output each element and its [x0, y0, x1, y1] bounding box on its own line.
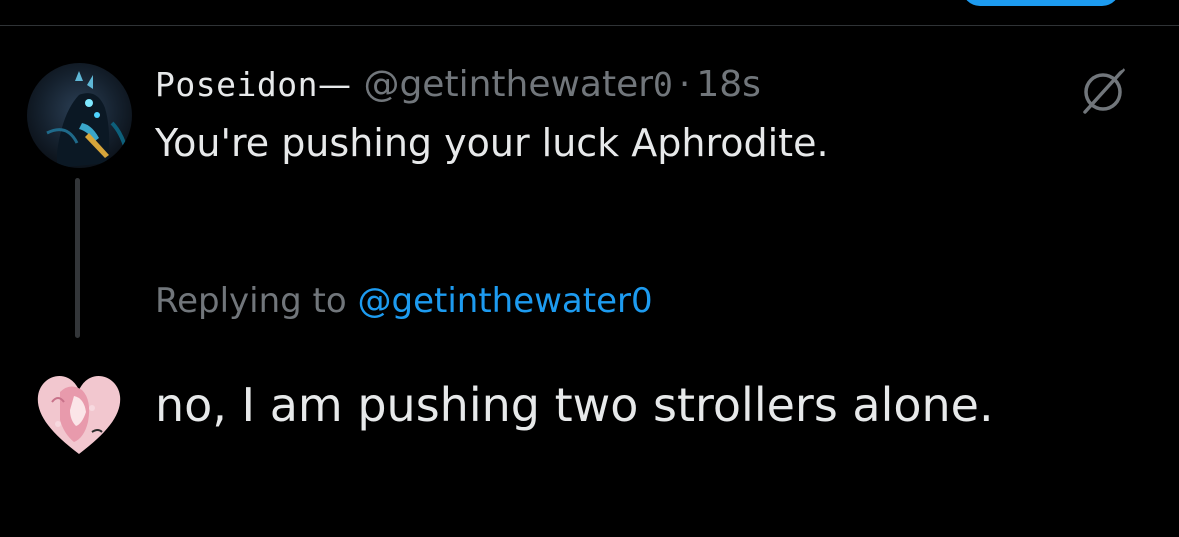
grok-icon[interactable] [1075, 62, 1131, 118]
tweet-timestamp[interactable]: 18s [696, 60, 761, 110]
reply-input[interactable]: no, I am pushing two strollers alone. [155, 375, 994, 435]
thread-connector-line [75, 178, 80, 338]
tweet-header: Poseidon— @getinthewater0 · 18s [155, 60, 761, 110]
reply-submit-button[interactable] [962, 0, 1120, 6]
replying-to-mention[interactable]: @getinthewater0 [358, 281, 653, 321]
tweet-text: You're pushing your luck Aphrodite. [155, 121, 829, 165]
poseidon-avatar[interactable] [27, 63, 132, 168]
replying-to-label: Replying to @getinthewater0 [155, 281, 653, 321]
poseidon-avatar-icon [27, 63, 132, 168]
aphrodite-avatar[interactable] [30, 362, 128, 460]
header-separator: · [678, 64, 691, 105]
display-name[interactable]: Poseidon— [155, 60, 351, 110]
user-handle[interactable]: @getinthewater0 [363, 60, 672, 110]
aphrodite-avatar-icon [37, 376, 121, 454]
top-divider [0, 25, 1179, 26]
